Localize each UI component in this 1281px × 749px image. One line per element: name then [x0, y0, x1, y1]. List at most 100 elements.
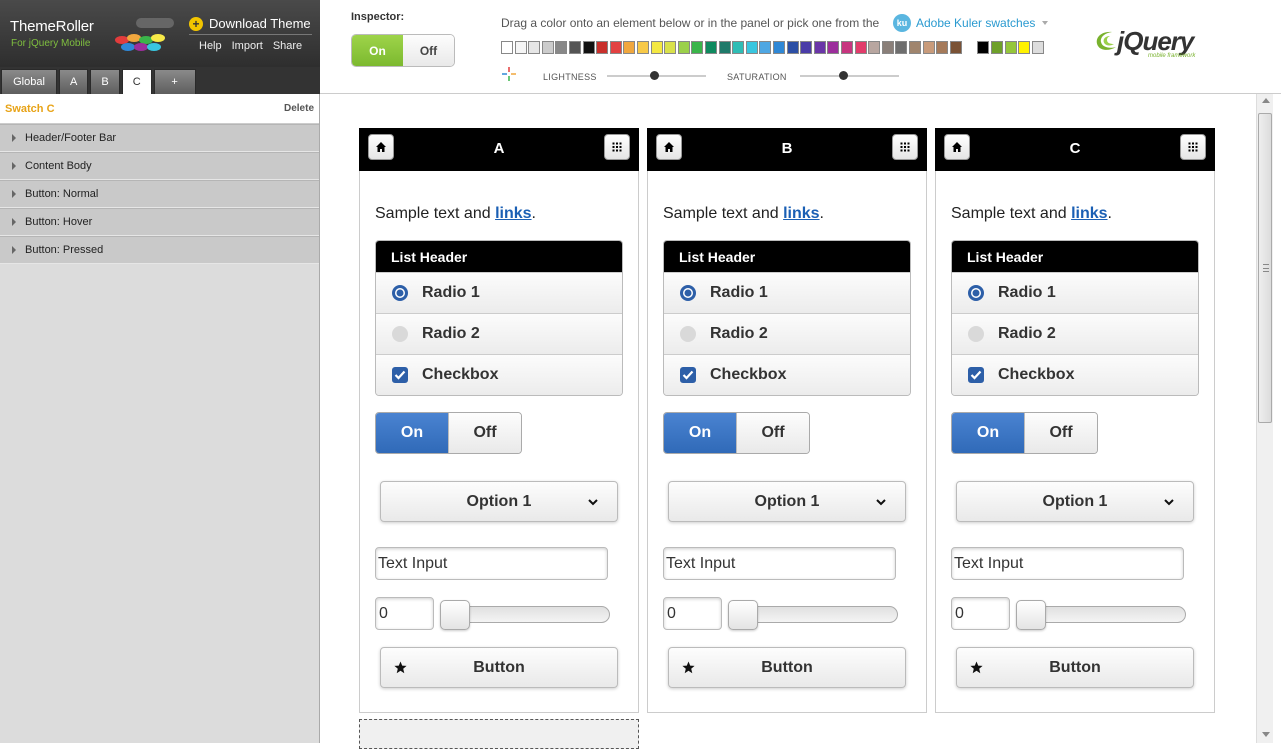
flip-off-option[interactable]: Off — [1024, 413, 1097, 453]
radio-checked-icon[interactable] — [391, 284, 409, 302]
slider-number-input[interactable]: 0 — [951, 597, 1010, 630]
tab-add[interactable]: + — [153, 69, 196, 94]
color-swatch[interactable] — [637, 41, 649, 54]
flip-off-option[interactable]: Off — [448, 413, 521, 453]
color-swatch[interactable] — [800, 41, 813, 54]
flip-on-option[interactable]: On — [664, 413, 736, 453]
color-swatch[interactable] — [745, 41, 758, 54]
color-swatch[interactable] — [868, 41, 881, 54]
slider-handle[interactable] — [728, 600, 758, 630]
scrollbar-thumb[interactable] — [1258, 113, 1272, 423]
slider-handle[interactable] — [440, 600, 470, 630]
saturation-slider-handle[interactable] — [839, 71, 849, 80]
grid-button[interactable] — [892, 134, 918, 160]
grid-button[interactable] — [1180, 134, 1206, 160]
color-swatch[interactable] — [841, 41, 853, 54]
saturation-slider[interactable] — [800, 75, 899, 77]
color-swatch[interactable] — [827, 41, 840, 54]
sample-link[interactable]: links — [783, 205, 819, 222]
flip-on-option[interactable]: On — [952, 413, 1024, 453]
checkbox-checked-icon[interactable] — [679, 366, 697, 384]
section-header-footer-bar[interactable]: Header/Footer Bar — [0, 124, 319, 152]
color-swatch[interactable] — [949, 41, 962, 54]
checkbox-item[interactable]: Checkbox — [664, 354, 910, 395]
download-theme-button[interactable]: + Download Theme — [189, 16, 312, 35]
option-select[interactable]: Option 1 — [956, 481, 1194, 522]
add-swatch-dropzone[interactable] — [359, 719, 639, 749]
color-swatch[interactable] — [854, 41, 867, 54]
swatch-preview-card-a[interactable]: A Sample text and links. List Header Rad… — [359, 128, 639, 713]
import-link[interactable]: Import — [232, 40, 263, 52]
color-swatch[interactable] — [555, 41, 568, 54]
radio-1-item[interactable]: Radio 1 — [376, 272, 622, 313]
color-swatch[interactable] — [936, 41, 949, 54]
star-button[interactable]: Button — [668, 647, 906, 688]
flip-on-option[interactable]: On — [376, 413, 448, 453]
star-button[interactable]: Button — [956, 647, 1194, 688]
section-button-normal[interactable]: Button: Normal — [0, 180, 319, 208]
color-swatch[interactable] — [691, 41, 704, 54]
inspector-on-button[interactable]: On — [352, 35, 403, 66]
color-swatch[interactable] — [705, 41, 717, 54]
color-swatch[interactable] — [991, 41, 1003, 54]
grid-button[interactable] — [604, 134, 630, 160]
radio-2-item[interactable]: Radio 2 — [952, 313, 1198, 354]
radio-2-item[interactable]: Radio 2 — [376, 313, 622, 354]
slider-number-input[interactable]: 0 — [375, 597, 434, 630]
delete-swatch-button[interactable]: Delete — [284, 103, 314, 114]
color-swatch[interactable] — [773, 41, 785, 54]
checkbox-item[interactable]: Checkbox — [952, 354, 1198, 395]
color-swatch[interactable] — [909, 41, 921, 54]
scroll-up-arrow-icon[interactable] — [1262, 98, 1270, 103]
color-swatch[interactable] — [1004, 41, 1017, 54]
slider-handle[interactable] — [1016, 600, 1046, 630]
option-select[interactable]: Option 1 — [380, 481, 618, 522]
color-swatch[interactable] — [718, 41, 731, 54]
checkbox-item[interactable]: Checkbox — [376, 354, 622, 395]
kuler-swatches-link[interactable]: ku Adobe Kuler swatches — [893, 14, 1049, 32]
color-swatch[interactable] — [569, 41, 581, 54]
slider-number-input[interactable]: 0 — [663, 597, 722, 630]
text-input[interactable]: Text Input — [375, 547, 608, 580]
color-swatch[interactable] — [664, 41, 677, 54]
color-swatch[interactable] — [813, 41, 826, 54]
color-swatch[interactable] — [501, 41, 513, 54]
color-swatch[interactable] — [759, 41, 772, 54]
swatch-preview-card-c[interactable]: C Sample text and links. List Header Rad… — [935, 128, 1215, 713]
radio-1-item[interactable]: Radio 1 — [664, 272, 910, 313]
color-swatch[interactable] — [732, 41, 745, 54]
inspector-off-button[interactable]: Off — [403, 35, 454, 66]
flip-switch[interactable]: On Off — [951, 412, 1098, 454]
text-input[interactable]: Text Input — [663, 547, 896, 580]
section-button-hover[interactable]: Button: Hover — [0, 208, 319, 236]
color-swatch[interactable] — [528, 41, 541, 54]
checkbox-checked-icon[interactable] — [967, 366, 985, 384]
flip-switch[interactable]: On Off — [663, 412, 810, 454]
section-content-body[interactable]: Content Body — [0, 152, 319, 180]
color-swatch[interactable] — [609, 41, 622, 54]
radio-unchecked-icon[interactable] — [391, 325, 409, 343]
color-swatch[interactable] — [1031, 41, 1044, 54]
color-swatch[interactable] — [881, 41, 894, 54]
help-link[interactable]: Help — [199, 40, 222, 52]
tab-b[interactable]: B — [90, 69, 120, 94]
flip-switch[interactable]: On Off — [375, 412, 522, 454]
option-select[interactable]: Option 1 — [668, 481, 906, 522]
star-button[interactable]: Button — [380, 647, 618, 688]
preview-scrollbar[interactable] — [1256, 94, 1273, 743]
sample-link[interactable]: links — [1071, 205, 1107, 222]
color-swatch[interactable] — [650, 41, 663, 54]
tab-global[interactable]: Global — [1, 69, 57, 94]
color-swatch[interactable] — [623, 41, 636, 54]
color-swatch[interactable] — [895, 41, 908, 54]
color-swatch[interactable] — [541, 41, 554, 54]
radio-2-item[interactable]: Radio 2 — [664, 313, 910, 354]
color-swatch[interactable] — [786, 41, 799, 54]
text-input[interactable]: Text Input — [951, 547, 1184, 580]
swatch-preview-card-b[interactable]: B Sample text and links. List Header Rad… — [647, 128, 927, 713]
color-swatch[interactable] — [514, 41, 527, 54]
color-swatch[interactable] — [677, 41, 690, 54]
color-swatch[interactable] — [977, 41, 990, 54]
color-swatch[interactable] — [582, 41, 595, 54]
radio-checked-icon[interactable] — [679, 284, 697, 302]
